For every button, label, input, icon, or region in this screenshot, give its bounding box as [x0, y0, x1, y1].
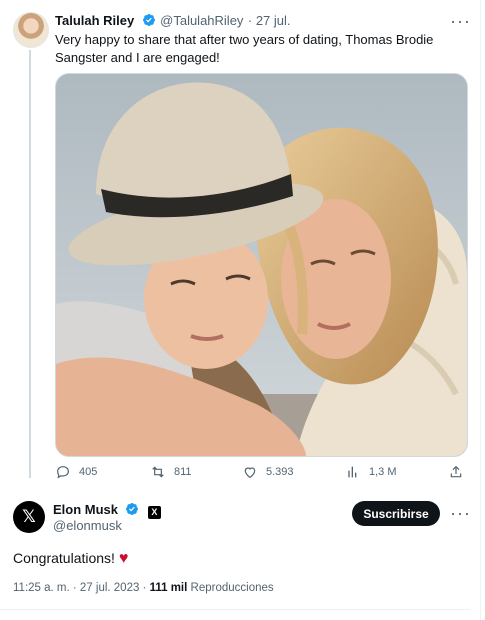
- heart-icon: ♥: [118, 550, 129, 567]
- more-options-icon[interactable]: ···: [450, 504, 471, 522]
- reply-author-name[interactable]: Elon Musk: [53, 502, 118, 517]
- reply-meta: 11:25 a. m. · 27 jul. 2023 · 111 mil Rep…: [13, 582, 274, 594]
- like-icon: [244, 467, 256, 479]
- x-logo-icon: 𝕏: [22, 507, 36, 527]
- retweet-icon: [152, 466, 164, 478]
- reply-text-body: Congratulations!: [13, 550, 115, 566]
- share-icon: [450, 465, 462, 478]
- views-count: 1,3 M: [369, 466, 397, 478]
- tweet-text: Very happy to share that after two years…: [55, 32, 434, 65]
- column-border: [480, 0, 481, 620]
- author-name[interactable]: Talulah Riley: [55, 13, 134, 28]
- reply-icon: [57, 466, 69, 479]
- like-count: 5.393: [266, 466, 294, 478]
- retweet-count: 811: [174, 466, 192, 478]
- reply-text: Congratulations! ♥: [13, 550, 128, 568]
- tweet-photo[interactable]: [55, 73, 468, 457]
- tweet-date[interactable]: · 27 jul.: [248, 13, 291, 28]
- divider: [0, 609, 470, 610]
- x-affiliation-icon: X: [147, 505, 161, 519]
- like-action[interactable]: 5.393: [242, 464, 294, 480]
- avatar-elon-musk[interactable]: 𝕏: [13, 501, 45, 533]
- reply-timestamp[interactable]: 11:25 a. m. · 27 jul. 2023 ·: [13, 582, 146, 594]
- author-handle[interactable]: @TalulahRiley: [160, 13, 243, 28]
- reply-action[interactable]: 405: [55, 464, 97, 480]
- retweet-action[interactable]: 811: [150, 464, 192, 480]
- avatar-talulah-riley[interactable]: [13, 12, 49, 48]
- reply-author-handle[interactable]: @elonmusk: [53, 518, 122, 533]
- verified-badge-icon: [126, 503, 139, 515]
- subscribe-button[interactable]: Suscribirse: [352, 501, 440, 526]
- tweet-actions-bar: 405 811 5.393 1,3 M: [55, 464, 466, 484]
- reply-count: 405: [79, 466, 98, 478]
- views-action[interactable]: 1,3 M: [345, 464, 397, 480]
- couple-photo-illustration: [56, 74, 467, 456]
- share-action[interactable]: [448, 464, 464, 480]
- tweet-header: Talulah Riley @TalulahRiley · 27 jul.: [55, 12, 291, 30]
- reply-view-count: 111 mil: [149, 582, 188, 594]
- reply-header: Elon Musk X: [53, 501, 161, 519]
- views-icon: [348, 466, 357, 478]
- reply-views-label: Reproducciones: [190, 582, 274, 594]
- more-options-icon[interactable]: ···: [450, 12, 471, 30]
- verified-badge-icon: [142, 14, 155, 26]
- thread-connector-line: [29, 50, 31, 478]
